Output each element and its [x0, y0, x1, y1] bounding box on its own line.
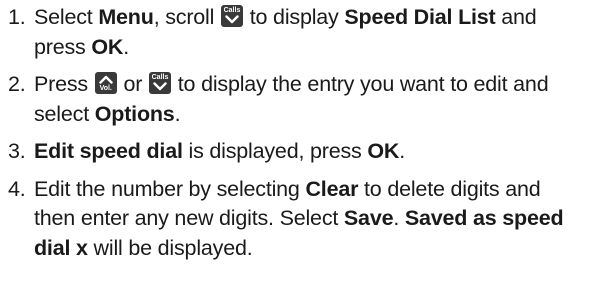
ok-keyword: OK — [91, 34, 124, 59]
text-segment: . — [399, 139, 405, 163]
step-text: Press Vol. or Calls to display the entry… — [34, 70, 589, 129]
step-2: 2. Press Vol. or Calls to display the en… — [0, 70, 589, 129]
step-number: 3. — [8, 139, 26, 163]
chevron-down-icon — [153, 82, 167, 91]
text-segment: or — [117, 72, 148, 96]
step-1: 1. Select Menu, scroll Calls to display … — [0, 3, 589, 62]
chevron-up-icon — [99, 75, 113, 84]
text-segment: to display — [243, 5, 345, 29]
chevron-down-icon — [225, 15, 239, 24]
text-segment: . — [174, 101, 181, 126]
step-text: Select Menu, scroll Calls to display Spe… — [34, 3, 589, 62]
menu-keyword: Menu — [98, 5, 154, 29]
step-text: Edit speed dial is displayed, press OK. — [34, 137, 589, 167]
clear-keyword: Clear — [305, 176, 359, 201]
text-segment: Press — [34, 72, 94, 96]
ok-keyword: OK — [367, 139, 400, 163]
step-number: 2. — [8, 72, 26, 96]
step-number: 1. — [8, 5, 26, 29]
step-text: Edit the number by selecting Clear to de… — [34, 175, 589, 264]
speed-dial-list-keyword: Speed Dial List — [344, 5, 496, 29]
text-segment: , scroll — [153, 5, 220, 29]
text-segment: will be displayed. — [87, 235, 253, 260]
options-keyword: Options — [94, 101, 175, 126]
calls-key-icon: Calls — [220, 5, 243, 27]
calls-key-label: Calls — [223, 7, 241, 14]
save-keyword: Save — [343, 206, 394, 230]
instruction-steps: 1. Select Menu, scroll Calls to display … — [0, 3, 589, 263]
text-segment: is displayed, press — [182, 139, 368, 163]
text-segment: . — [123, 34, 129, 59]
step-3: 3. Edit speed dial is displayed, press O… — [0, 137, 589, 167]
vol-key-icon: Vol. — [94, 72, 117, 94]
step-number: 4. — [8, 176, 26, 201]
vol-key-label: Vol. — [99, 85, 112, 92]
edit-speed-dial-keyword: Edit speed dial — [34, 139, 183, 163]
calls-key-icon: Calls — [149, 72, 171, 94]
text-segment: . — [393, 206, 405, 230]
calls-key-label: Calls — [151, 74, 169, 81]
text-segment: Select — [34, 5, 99, 29]
text-segment: Edit the number by selecting — [34, 176, 306, 201]
step-4: 4. Edit the number by selecting Clear to… — [0, 175, 589, 264]
